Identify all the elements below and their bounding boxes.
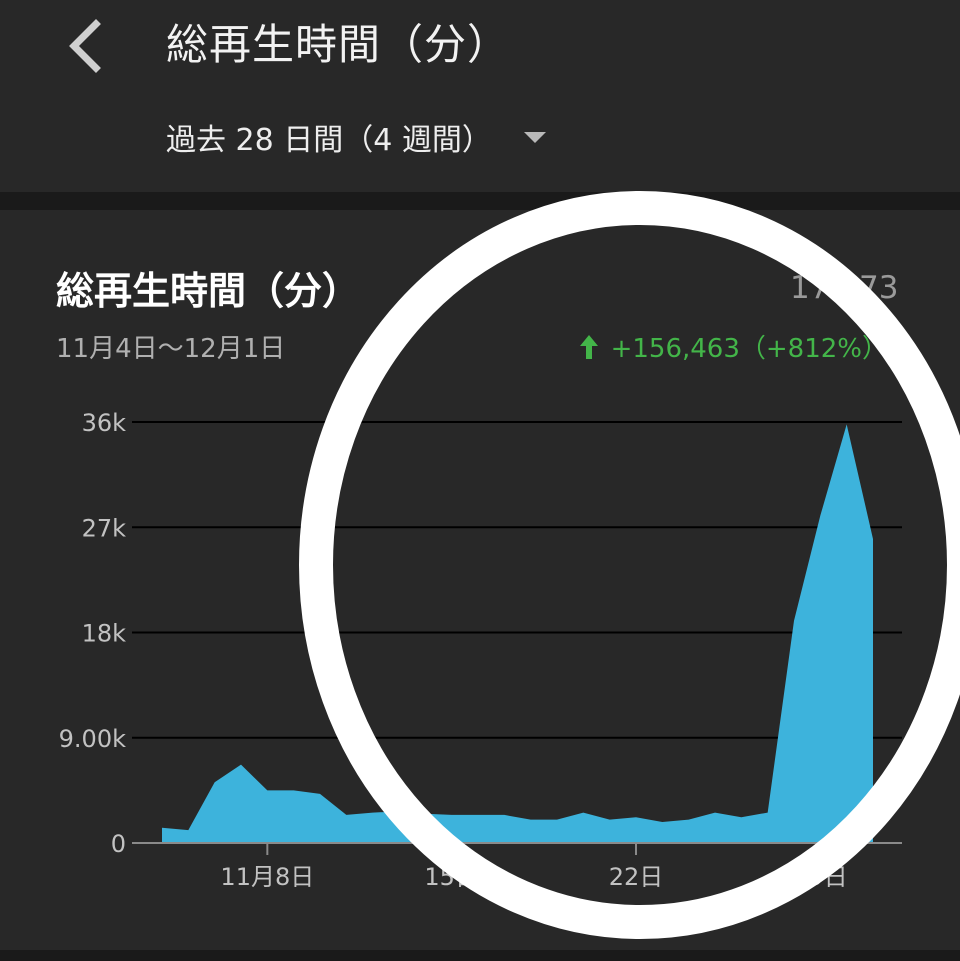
x-tick-label: 15日 <box>424 863 479 891</box>
chevron-left-icon <box>69 19 101 73</box>
card-date-range: 11月4日〜12月1日 <box>56 334 286 364</box>
arrow-up-icon <box>579 334 599 360</box>
app-header: 総再生時間（分） 過去 28 日間（4 週間） <box>0 0 960 192</box>
watch-time-chart: 0 9.00k 18k 27k 36k 11月8日 15日 22日 29日 <box>59 409 902 891</box>
x-tick-label: 22日 <box>609 863 664 891</box>
y-tick-label: 36k <box>82 409 127 437</box>
x-tick-label: 29日 <box>793 863 848 891</box>
total-value: 175,73 <box>790 270 899 306</box>
watch-time-area-series <box>162 424 873 843</box>
x-tick-label: 11月8日 <box>220 863 314 891</box>
y-tick-label: 27k <box>82 514 127 542</box>
page-title: 総再生時間（分） <box>166 20 511 69</box>
caret-down-icon <box>523 131 546 143</box>
delta-value: +156,463（+812%） <box>610 334 888 364</box>
y-tick-label: 18k <box>82 620 127 648</box>
back-button[interactable] <box>60 18 116 74</box>
card-title: 総再生時間（分） <box>56 269 361 313</box>
y-tick-label: 0 <box>111 830 126 858</box>
watch-time-card: 0 9.00k 18k 27k 36k 11月8日 15日 22日 29日 総再生時間（分） 1… <box>0 210 960 950</box>
delta-badge: +156,463（+812%） <box>579 328 888 365</box>
date-range-label: 過去 28 日間（4 週間） <box>166 123 492 158</box>
y-tick-label: 9.00k <box>59 725 126 753</box>
date-range-dropdown[interactable]: 過去 28 日間（4 週間） <box>166 114 546 160</box>
